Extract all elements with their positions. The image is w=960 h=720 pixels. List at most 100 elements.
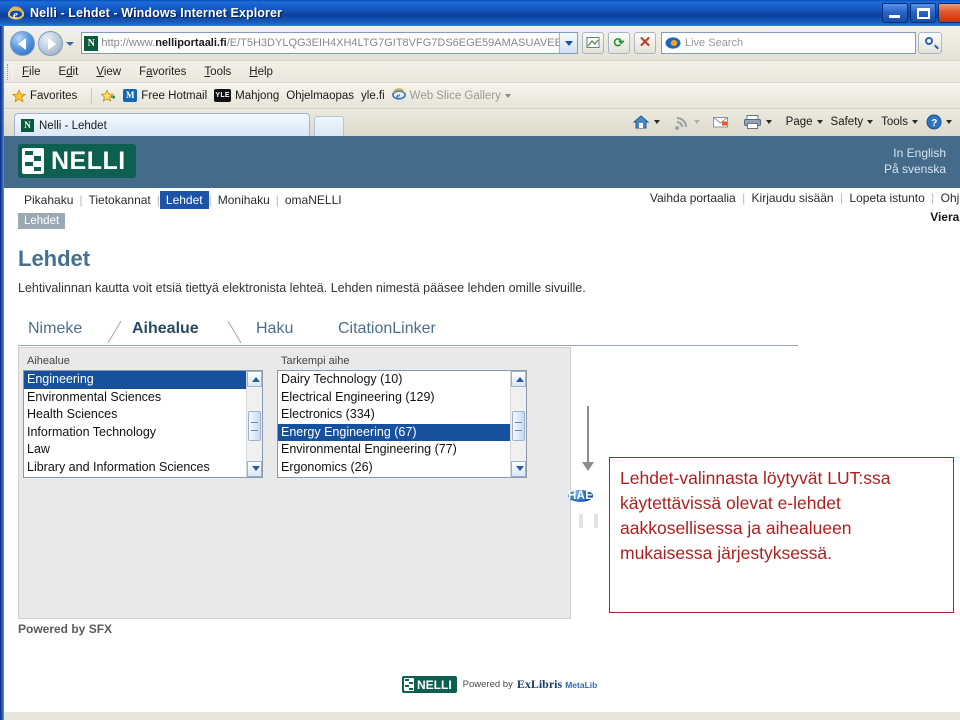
- list-item[interactable]: Fire Fighting and Safety Engineering (27: [278, 476, 526, 477]
- subsubject-listbox[interactable]: Dairy Technology (10) Electrical Enginee…: [277, 370, 527, 478]
- page-menu-button[interactable]: Page: [782, 116, 827, 128]
- chevron-down-icon[interactable]: [912, 120, 918, 124]
- hotmail-icon: M: [123, 89, 138, 102]
- feeds-button[interactable]: [670, 114, 704, 130]
- tab-citationlinker[interactable]: CitationLinker: [328, 318, 446, 340]
- util-ohje[interactable]: Ohje: [941, 191, 960, 205]
- list-item[interactable]: Engineering: [24, 371, 262, 389]
- favorite-free-hotmail[interactable]: M Free Hotmail: [123, 89, 207, 102]
- tab-haku[interactable]: Haku: [246, 318, 303, 340]
- list-item[interactable]: Electronics (334): [278, 406, 526, 424]
- tab-nimeke[interactable]: Nimeke: [18, 318, 92, 340]
- stop-button[interactable]: ✕: [634, 32, 656, 54]
- favorites-button[interactable]: Favorites: [12, 88, 77, 103]
- favorite-label: Free Hotmail: [141, 89, 208, 102]
- scroll-down-icon[interactable]: [511, 461, 526, 477]
- refresh-button[interactable]: ⟳: [608, 32, 630, 54]
- subject-listbox[interactable]: Engineering Environmental Sciences Healt…: [23, 370, 263, 478]
- chevron-down-icon[interactable]: [816, 120, 823, 124]
- page-description: Lehtivalinnan kautta voit etsiä tiettyä …: [18, 281, 586, 295]
- scrollbar-thumb[interactable]: [248, 411, 261, 441]
- home-button[interactable]: [628, 114, 664, 130]
- list-item[interactable]: Ergonomics (26): [278, 459, 526, 477]
- chevron-down-icon[interactable]: [765, 120, 772, 124]
- recent-pages-dropdown-icon[interactable]: [63, 31, 77, 56]
- web-slice-gallery[interactable]: e Web Slice Gallery: [391, 87, 511, 104]
- nav-lehdet[interactable]: Lehdet: [159, 191, 209, 209]
- menu-file[interactable]: FFileile: [13, 64, 50, 80]
- search-button[interactable]: HAE: [568, 490, 594, 502]
- user-status: Vieras: [930, 210, 960, 224]
- list-item[interactable]: Environmental Sciences: [24, 389, 262, 407]
- subject-scrollbar[interactable]: [246, 371, 262, 477]
- minimize-button[interactable]: [882, 3, 908, 23]
- tools-menu-button[interactable]: Tools: [877, 116, 922, 128]
- util-lopeta-istunto[interactable]: Lopeta istunto: [849, 191, 924, 205]
- list-item[interactable]: Dairy Technology (10): [278, 371, 526, 389]
- window-title: Nelli - Lehdet - Windows Internet Explor…: [30, 6, 283, 20]
- util-vaihda-portaalia[interactable]: Vaihda portaalia: [650, 191, 736, 205]
- list-item[interactable]: Information Technology: [24, 424, 262, 442]
- tab-nelli-lehdet[interactable]: N Nelli - Lehdet: [14, 113, 310, 137]
- powered-by-sfx: Powered by SFX: [18, 622, 113, 636]
- scroll-up-icon[interactable]: [247, 371, 262, 387]
- menu-view[interactable]: View: [87, 64, 130, 80]
- compatibility-view-icon[interactable]: [582, 32, 604, 54]
- chevron-down-icon[interactable]: [693, 120, 700, 124]
- favorite-label: Ohjelmaopas: [286, 89, 355, 102]
- new-tab-button[interactable]: [314, 116, 344, 137]
- favorite-ohjelmaopas[interactable]: Ohjelmaopas: [286, 90, 354, 102]
- forward-button[interactable]: [38, 30, 63, 56]
- list-item[interactable]: Electrical Engineering (129): [278, 389, 526, 407]
- util-kirjaudu-sisaan[interactable]: Kirjaudu sisään: [752, 191, 834, 205]
- search-input[interactable]: Live Search: [661, 32, 916, 54]
- lang-link-english[interactable]: In English: [884, 145, 946, 161]
- nav-omanelli[interactable]: omaNELLI: [279, 192, 348, 208]
- list-item[interactable]: Health Sciences: [24, 406, 262, 424]
- safety-menu-button[interactable]: Safety: [827, 116, 878, 128]
- menu-help[interactable]: Help: [240, 64, 282, 80]
- list-item[interactable]: Environmental Engineering (77): [278, 441, 526, 459]
- chevron-down-icon[interactable]: [867, 120, 874, 124]
- nav-monihaku[interactable]: Monihaku: [212, 192, 276, 208]
- address-input[interactable]: N http://www.nelliportaali.fi/E/T5H3DYLQ…: [81, 32, 578, 54]
- help-menu-button[interactable]: ?: [922, 114, 956, 130]
- search-go-button[interactable]: [918, 32, 942, 54]
- lang-link-swedish[interactable]: På svenska: [884, 161, 946, 177]
- nav-tietokannat[interactable]: Tietokannat: [83, 192, 157, 208]
- site-identity-icon: N: [84, 35, 99, 51]
- menu-edit[interactable]: Edit: [50, 64, 88, 80]
- subsubject-scrollbar[interactable]: [510, 371, 526, 477]
- close-button[interactable]: [938, 3, 960, 23]
- back-button[interactable]: [10, 30, 35, 56]
- content-tabs: Nimeke Aihealue Haku CitationLinker: [18, 318, 798, 346]
- scrollbar-thumb[interactable]: [512, 411, 525, 441]
- internet-explorer-icon: e: [391, 87, 406, 104]
- nav-pikahaku[interactable]: Pikahaku: [18, 192, 79, 208]
- mail-button[interactable]: [708, 115, 733, 129]
- add-to-favorites-icon[interactable]: [101, 88, 116, 103]
- list-item[interactable]: Library and Information Sciences: [24, 459, 262, 477]
- favorite-mahjong[interactable]: YLE Mahjong: [214, 89, 279, 102]
- favorite-ylefi[interactable]: yle.fi: [361, 90, 385, 102]
- page-title-area: Lehdet Lehtivalinnan kautta voit etsiä t…: [4, 246, 960, 295]
- chevron-down-icon[interactable]: [504, 93, 511, 98]
- tab-aihealue[interactable]: Aihealue: [122, 318, 209, 340]
- scroll-down-icon[interactable]: [247, 461, 262, 477]
- list-item[interactable]: Law: [24, 441, 262, 459]
- chevron-down-icon[interactable]: [653, 120, 660, 124]
- search-button-group: HAE: [568, 406, 598, 528]
- print-button[interactable]: [739, 114, 776, 130]
- menu-tools[interactable]: Tools: [195, 64, 240, 80]
- list-item[interactable]: Energy Engineering (67): [278, 423, 526, 441]
- scroll-up-icon[interactable]: [511, 371, 526, 387]
- nelli-logo[interactable]: NELLI: [18, 144, 136, 178]
- address-dropdown-icon[interactable]: [559, 33, 577, 53]
- favorite-label: Web Slice Gallery: [409, 89, 501, 102]
- address-bar-row: N http://www.nelliportaali.fi/E/T5H3DYLQ…: [4, 26, 960, 60]
- maximize-button[interactable]: [910, 3, 936, 23]
- metalib-logo-text: MetaLib: [565, 679, 598, 690]
- chevron-down-icon[interactable]: [946, 120, 952, 124]
- menu-favorites[interactable]: Favorites: [130, 64, 195, 80]
- list-item[interactable]: Life Sciences: [24, 476, 262, 477]
